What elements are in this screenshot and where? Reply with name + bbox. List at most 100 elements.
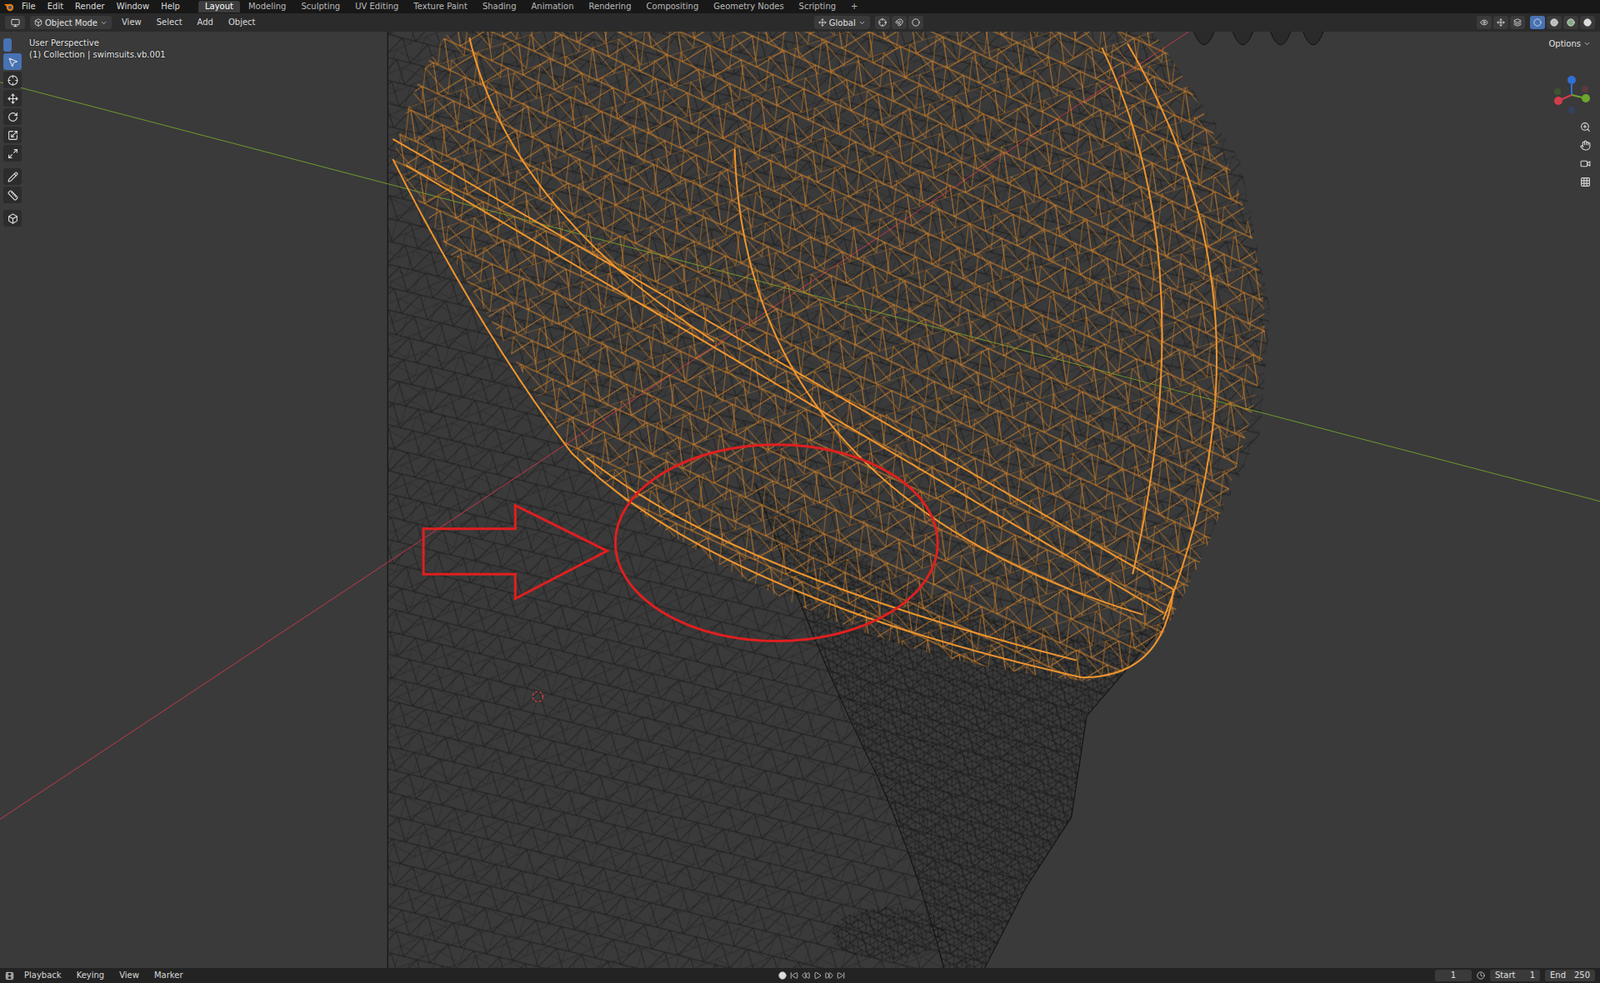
tool-button[interactable] [3, 126, 22, 144]
measure-tool-icon [7, 190, 19, 201]
transform-tool-icon [7, 148, 19, 160]
tool-button[interactable] [3, 108, 22, 125]
shading-mode-button[interactable] [1530, 15, 1545, 30]
camera-button[interactable] [1576, 155, 1594, 172]
workspace-tab[interactable]: Texture Paint [406, 0, 475, 13]
workspace-tab[interactable]: Scripting [792, 0, 843, 13]
shading-mode-button[interactable] [1580, 15, 1595, 30]
gizmo-icon [1496, 18, 1505, 27]
timeline-menu-item[interactable]: Playback [19, 970, 67, 982]
add-workspace-button[interactable]: + [844, 0, 865, 13]
move-tool-icon [7, 93, 19, 105]
shading-modes [1530, 15, 1595, 30]
visibility-button[interactable] [1476, 15, 1492, 30]
shading-mode-button[interactable] [1546, 15, 1562, 30]
select-mode-button[interactable] [12, 38, 21, 52]
options-dropdown[interactable]: Options [1544, 36, 1595, 50]
pivot-icon [878, 18, 887, 27]
header-menu-item[interactable]: Object [223, 16, 261, 29]
swimsuit-mesh[interactable] [392, 31, 1265, 681]
timeline-menu-item[interactable]: Keying [71, 970, 110, 982]
select-mode-button[interactable] [3, 38, 12, 52]
shading-sphere-icon [1566, 18, 1575, 27]
header-menu-item[interactable]: Add [192, 16, 219, 29]
viewport-canvas[interactable] [0, 31, 1600, 969]
shading-mode-button[interactable] [1563, 15, 1579, 30]
tool-button[interactable] [3, 71, 22, 89]
snap-button[interactable] [891, 15, 907, 30]
workspace-tab[interactable]: Animation [525, 0, 581, 13]
zoom-icon [1580, 121, 1591, 133]
scale-tool-icon [7, 130, 19, 141]
proportional-button[interactable] [908, 15, 924, 30]
workspace-tabs: LayoutModelingSculptingUV EditingTexture… [198, 0, 865, 13]
workspace-tab[interactable]: Geometry Nodes [706, 0, 790, 13]
record-icon[interactable] [778, 971, 787, 980]
pan-button[interactable] [1576, 136, 1594, 154]
tool-button[interactable] [3, 90, 22, 107]
workspace-tab[interactable]: Compositing [640, 0, 706, 13]
current-frame-field[interactable]: 1 [1435, 970, 1472, 982]
camera-icon [1580, 158, 1591, 170]
menu-item[interactable]: File [16, 0, 41, 13]
menu-item[interactable]: Render [70, 0, 110, 13]
timeline-menu-item[interactable]: Marker [149, 970, 189, 982]
3d-cursor-icon[interactable] [532, 691, 543, 702]
workspace-tab[interactable]: Rendering [581, 0, 638, 13]
workspace-tab[interactable]: UV Editing [348, 0, 405, 13]
3d-viewport[interactable]: User Perspective(1) Collection | swimsui… [0, 31, 1600, 969]
ortho-button[interactable] [1576, 173, 1594, 190]
annotation-ellipse [615, 445, 938, 642]
shading-sphere-icon [1533, 18, 1542, 27]
jump-start-icon[interactable] [790, 971, 799, 980]
blender-logo-icon[interactable] [3, 1, 15, 12]
proportional-icon [911, 18, 920, 27]
rotate-tool-icon [7, 111, 19, 123]
start-frame-field[interactable]: Start1 [1490, 970, 1540, 982]
top-bar: FileEditRenderWindowHelpLayoutModelingSc… [0, 0, 1600, 14]
workspace-tab[interactable]: Modeling [241, 0, 294, 13]
shading-sphere-icon [1550, 18, 1559, 27]
orientation-dropdown[interactable]: Global [814, 15, 870, 30]
tool-button[interactable] [3, 145, 22, 162]
cursor-tool-icon [7, 75, 19, 86]
menu-item[interactable]: Edit [42, 0, 69, 13]
editor-type-icon [10, 18, 20, 28]
menu-item[interactable]: Window [111, 0, 155, 13]
chevron-down-icon [1583, 40, 1591, 48]
tool-button[interactable] [3, 210, 22, 227]
keyframe-back-icon[interactable] [801, 971, 810, 980]
tool-button[interactable] [3, 186, 22, 204]
header-menu-item[interactable]: View [116, 16, 147, 29]
add-cube-tool-icon [7, 213, 19, 225]
tool-button[interactable] [3, 168, 22, 185]
play-icon[interactable] [813, 971, 822, 980]
end-frame-field[interactable]: End250 [1545, 970, 1595, 982]
workspace-tab[interactable]: Sculpting [294, 0, 347, 13]
chevron-down-icon [858, 19, 866, 27]
tool-button[interactable] [3, 53, 22, 70]
gizmo-button[interactable] [1493, 15, 1509, 30]
select-mode-button[interactable] [21, 38, 30, 52]
clock-icon[interactable] [1476, 971, 1485, 980]
zoom-button[interactable] [1576, 118, 1594, 135]
navigation-gizmo-icon[interactable] [1550, 73, 1594, 117]
eye-icon [1480, 18, 1489, 27]
annotate-tool-icon [7, 171, 19, 183]
jump-end-icon[interactable] [836, 971, 845, 980]
hand-icon [1580, 140, 1591, 151]
menu-item[interactable]: Help [155, 0, 185, 13]
pivot-button[interactable] [875, 15, 890, 30]
overlay-button[interactable] [1510, 15, 1525, 30]
header-menu-item[interactable]: Select [151, 16, 188, 29]
keyframe-forward-icon[interactable] [825, 971, 834, 980]
object-mode-icon [34, 18, 43, 27]
workspace-tab[interactable]: Shading [475, 0, 524, 13]
editor-type-button[interactable] [5, 15, 25, 30]
timeline-menu-item[interactable]: View [114, 970, 145, 982]
timeline-editor-icon[interactable] [5, 971, 15, 981]
mode-dropdown[interactable]: Object Mode [30, 15, 112, 30]
workspace-tab[interactable]: Layout [198, 0, 240, 13]
blender-window: FileEditRenderWindowHelpLayoutModelingSc… [0, 0, 1600, 983]
body-mesh[interactable] [387, 31, 1324, 969]
